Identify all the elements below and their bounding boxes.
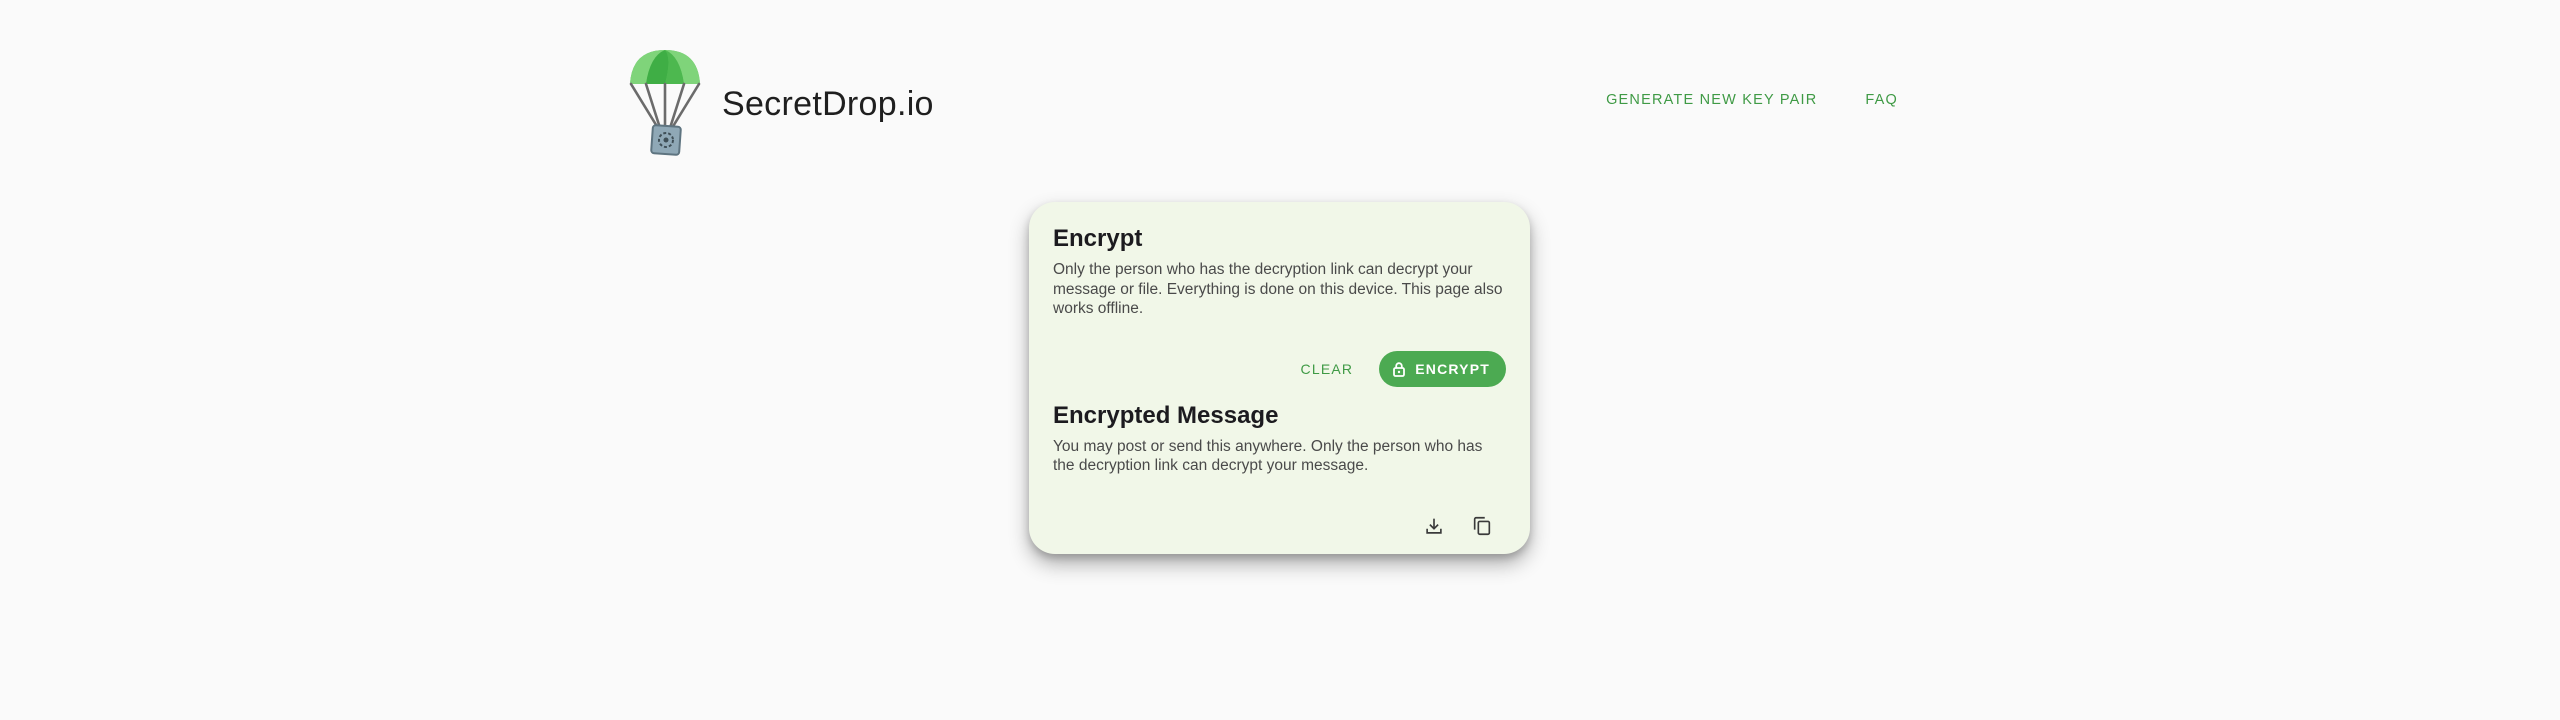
lock-icon <box>1393 361 1406 377</box>
encrypt-title: Encrypt <box>1053 225 1143 252</box>
top-nav: GENERATE NEW KEY PAIR FAQ <box>1558 44 1898 156</box>
encrypted-message-section: Encrypted Message You may post or send t… <box>1053 401 1506 476</box>
encrypted-message-actions <box>1053 506 1506 546</box>
brand-name: SecretDrop.io <box>722 84 934 123</box>
clear-button[interactable]: CLEAR <box>1287 351 1368 387</box>
encrypt-button[interactable]: ENCRYPT <box>1379 350 1506 387</box>
encrypted-message-title: Encrypted Message <box>1053 401 1279 429</box>
header: SecretDrop.io GENERATE NEW KEY PAIR FAQ <box>628 44 1908 164</box>
encrypt-button-label: ENCRYPT <box>1415 360 1490 377</box>
copy-icon <box>1473 516 1491 535</box>
encrypt-card: Encrypt Only the person who has the decr… <box>1029 202 1530 554</box>
brand[interactable]: SecretDrop.io <box>628 44 934 164</box>
download-button[interactable] <box>1414 506 1454 546</box>
encrypt-description: Only the person who has the decryption l… <box>1053 261 1503 317</box>
encrypted-message-description: You may post or send this anywhere. Only… <box>1053 437 1483 475</box>
faq-link[interactable]: FAQ <box>1865 92 1898 108</box>
download-icon <box>1426 518 1442 534</box>
encrypt-actions: CLEAR ENCRYPT <box>1053 350 1506 387</box>
copy-button[interactable] <box>1462 506 1502 546</box>
generate-key-pair-link[interactable]: GENERATE NEW KEY PAIR <box>1606 92 1817 108</box>
parachute-logo-icon <box>629 50 701 156</box>
page: SecretDrop.io GENERATE NEW KEY PAIR FAQ … <box>0 0 2560 720</box>
